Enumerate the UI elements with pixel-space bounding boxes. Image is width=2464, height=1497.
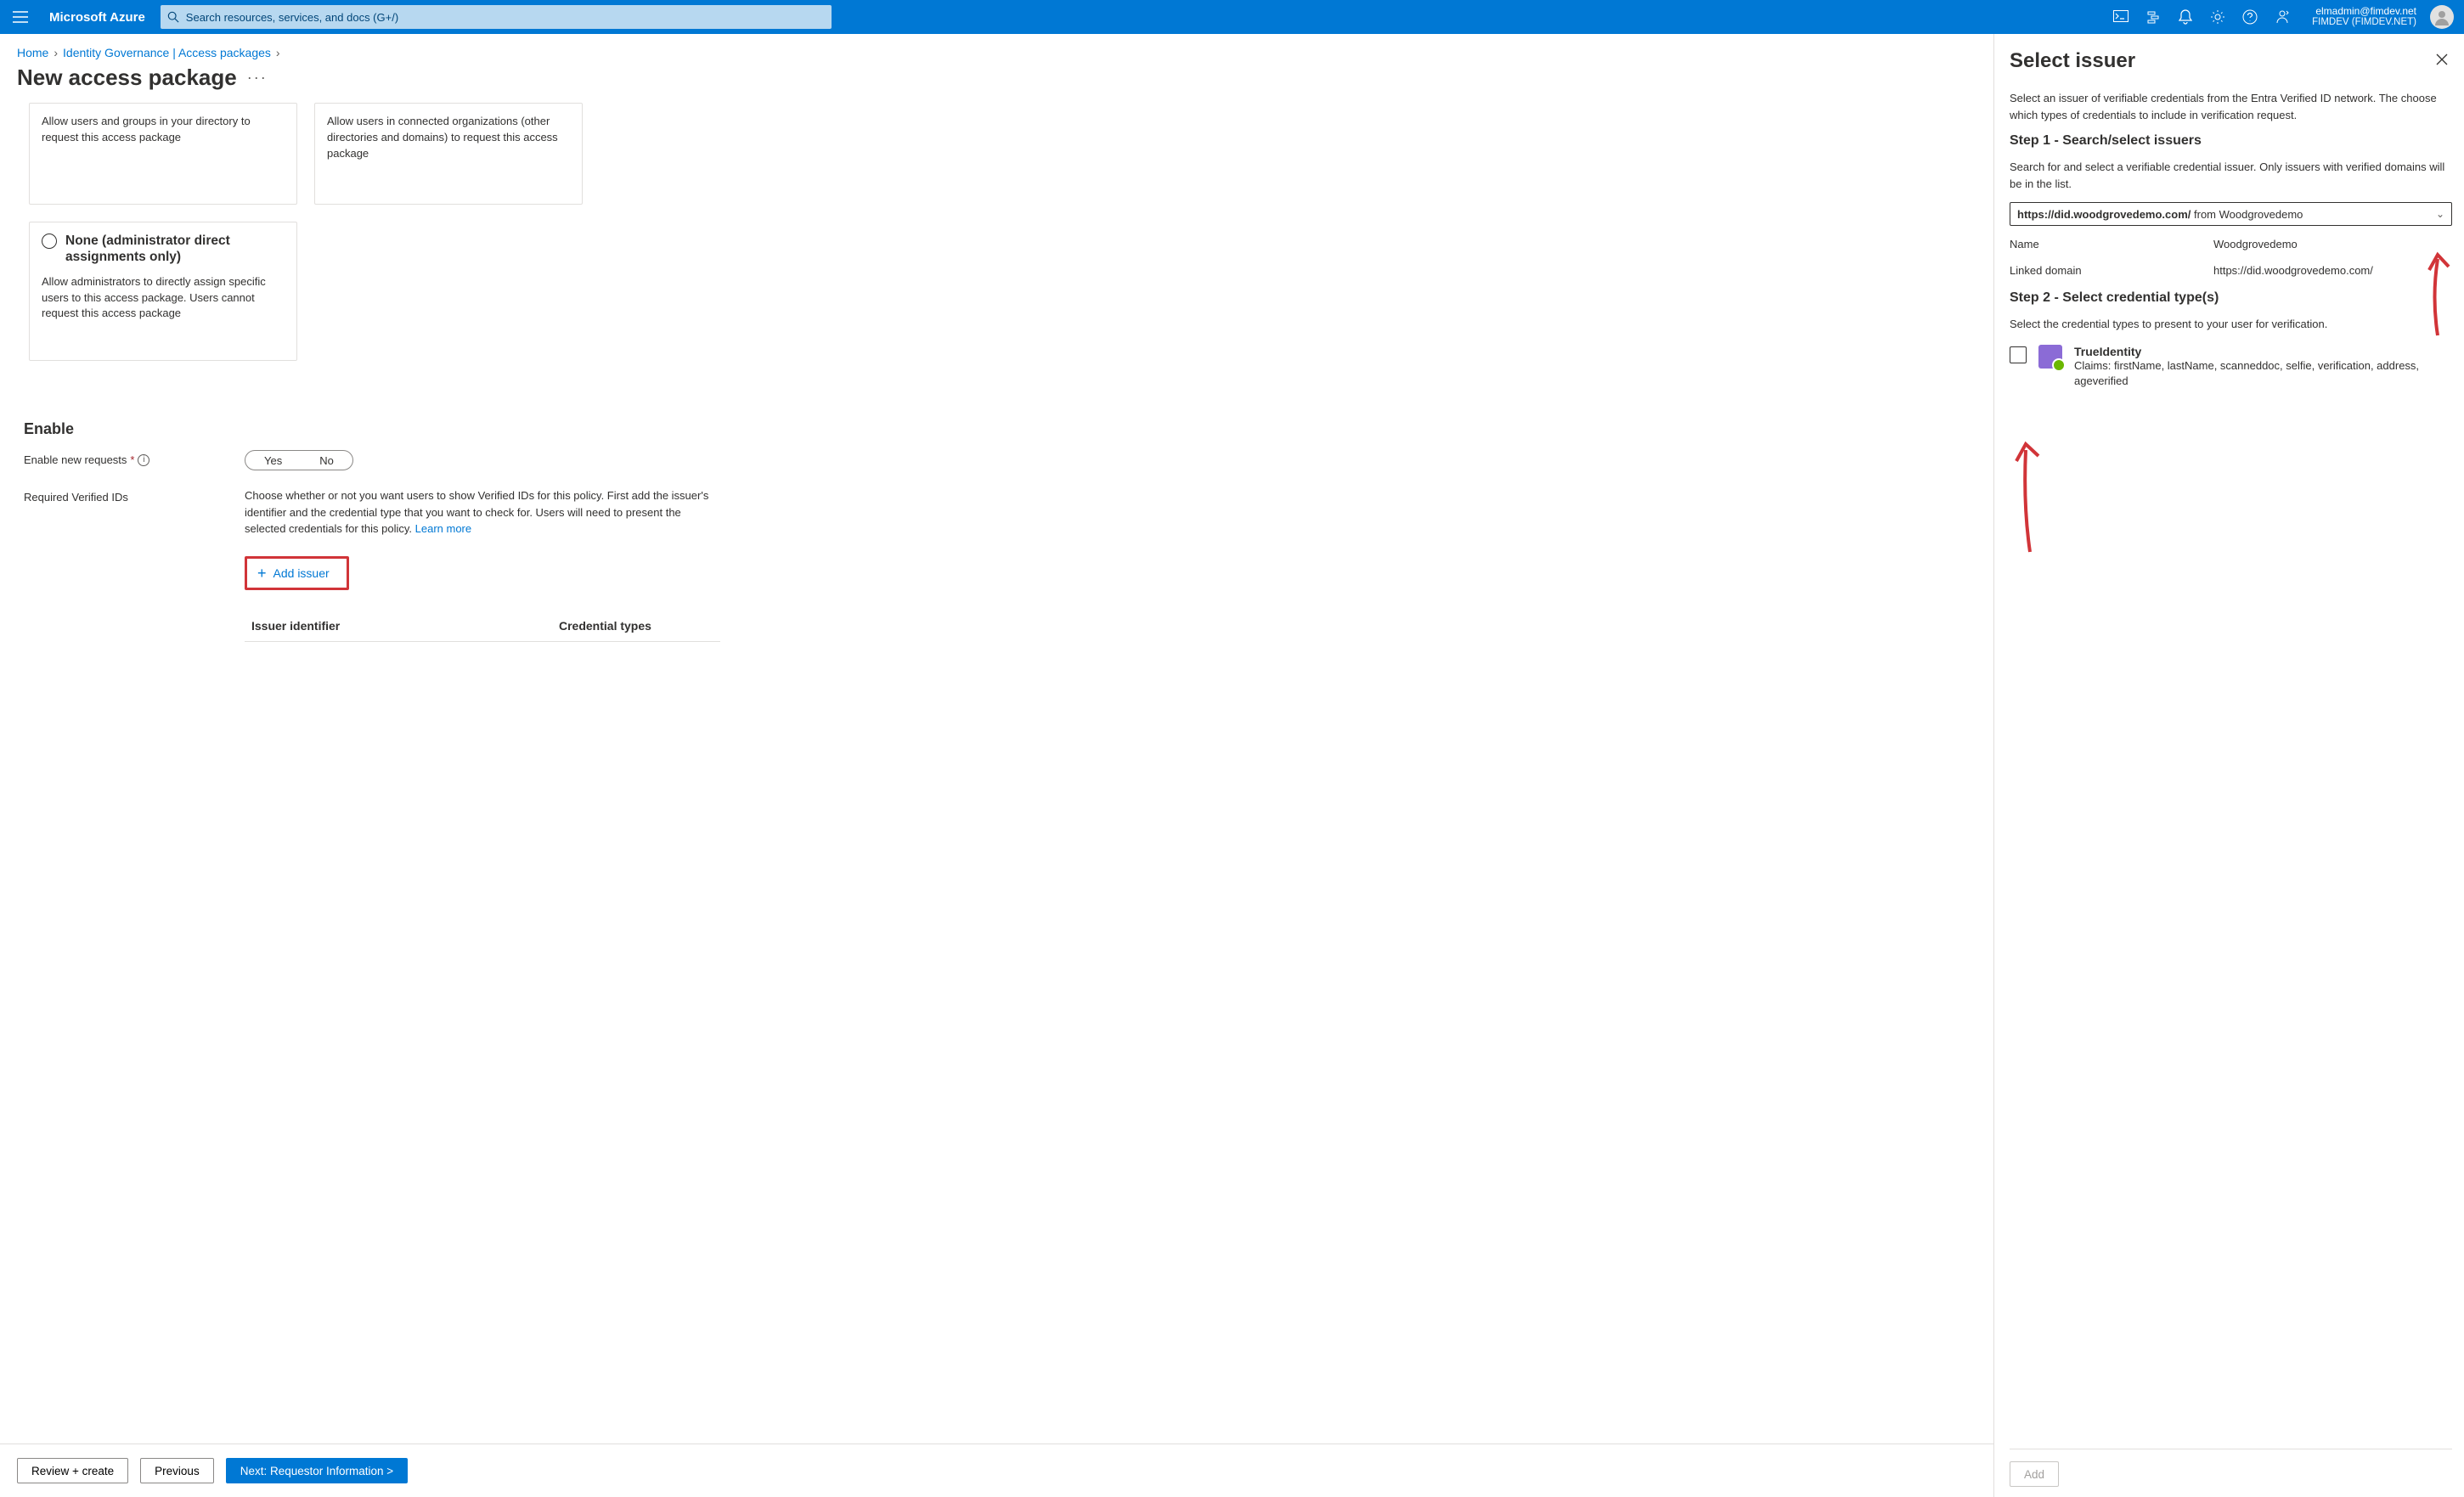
hamburger-menu-icon[interactable] [7,3,34,31]
step1-description: Search for and select a verifiable crede… [2010,159,2452,192]
section-enable-heading: Enable [24,420,1976,438]
account-info[interactable]: elmadmin@fimdev.net FIMDEV (FIMDEV.NET) [2305,5,2423,29]
label-required-verified-ids: Required Verified IDs [24,487,245,504]
col-issuer-identifier: Issuer identifier [245,619,559,633]
credential-checkbox[interactable] [2010,346,2027,363]
step2-description: Select the credential types to present t… [2010,316,2452,333]
brand-label[interactable]: Microsoft Azure [41,10,154,25]
select-issuer-panel: Select issuer Select an issuer of verifi… [1993,34,2464,1497]
next-button[interactable]: Next: Requestor Information > [226,1458,408,1483]
chevron-right-icon: › [276,46,280,59]
previous-button[interactable]: Previous [140,1458,214,1483]
panel-add-button[interactable]: Add [2010,1461,2059,1487]
required-star: * [130,453,134,466]
account-email: elmadmin@fimdev.net [2312,5,2416,17]
feedback-icon[interactable] [2266,0,2298,34]
panel-intro: Select an issuer of verifiable credentia… [2010,90,2452,123]
add-issuer-button[interactable]: + Add issuer [247,559,347,588]
info-icon[interactable]: i [138,454,149,466]
toggle-yes[interactable]: Yes [245,451,301,470]
directories-icon[interactable] [2137,0,2169,34]
radio-icon[interactable] [42,234,57,249]
topbar: Microsoft Azure elmadmin@fimdev.net FIMD… [0,0,2464,34]
col-credential-types: Credential types [559,619,720,633]
more-actions-icon[interactable]: ··· [247,69,268,87]
breadcrumb: Home › Identity Governance | Access pack… [17,46,1976,59]
breadcrumb-home[interactable]: Home [17,46,48,59]
card-none-admin[interactable]: None (administrator direct assignments o… [29,222,297,361]
card-none-body: Allow administrators to directly assign … [42,274,285,323]
learn-more-link[interactable]: Learn more [415,522,471,535]
annotation-arrow-icon [2010,437,2047,556]
search-icon [167,11,179,23]
credential-title: TrueIdentity [2074,345,2452,358]
card-directory-users[interactable]: Allow users and groups in your directory… [29,103,297,205]
plus-icon: + [257,566,267,581]
review-create-button[interactable]: Review + create [17,1458,128,1483]
step1-heading: Step 1 - Search/select issuers [2010,133,2452,149]
page-title: New access package [17,65,237,91]
chevron-right-icon: › [54,46,58,59]
credential-type-item: TrueIdentity Claims: firstName, lastName… [2010,345,2452,389]
settings-icon[interactable] [2202,0,2234,34]
avatar[interactable] [2430,5,2454,29]
chevron-down-icon: ⌄ [2436,208,2444,220]
toggle-no[interactable]: No [301,451,352,470]
panel-footer: Add [2010,1449,2452,1487]
card-connected-orgs[interactable]: Allow users in connected organizations (… [314,103,583,205]
credential-badge-icon [2038,345,2062,369]
wizard-footer: Review + create Previous Next: Requestor… [0,1444,1993,1497]
label-linked-domain: Linked domain [2010,264,2213,277]
cloud-shell-icon[interactable] [2105,0,2137,34]
credential-claims: Claims: firstName, lastName, scanneddoc,… [2074,358,2452,389]
close-icon[interactable] [2432,49,2452,70]
account-tenant: FIMDEV (FIMDEV.NET) [2312,17,2416,29]
value-linked-domain: https://did.woodgrovedemo.com/ [2213,264,2452,277]
search-input[interactable] [186,11,825,24]
notifications-icon[interactable] [2169,0,2202,34]
breadcrumb-identity-governance[interactable]: Identity Governance | Access packages [63,46,271,59]
card-none-title: None (administrator direct assignments o… [65,233,285,266]
step2-heading: Step 2 - Select credential type(s) [2010,290,2452,306]
panel-title: Select issuer [2010,49,2135,73]
label-enable-new-requests: Enable new requests * i [24,450,245,466]
topbar-actions [2105,0,2298,34]
help-icon[interactable] [2234,0,2266,34]
issuer-table-header: Issuer identifier Credential types [245,611,720,642]
label-issuer-name: Name [2010,238,2213,250]
highlight-annotation: + Add issuer [245,556,349,590]
global-search[interactable] [161,5,832,29]
verified-ids-description: Choose whether or not you want users to … [245,487,720,537]
value-issuer-name: Woodgrovedemo [2213,238,2452,250]
issuer-combobox[interactable]: https://did.woodgrovedemo.com/ from Wood… [2010,202,2452,226]
main-content: Home › Identity Governance | Access pack… [0,34,1993,1497]
toggle-enable-new-requests[interactable]: Yes No [245,450,353,470]
